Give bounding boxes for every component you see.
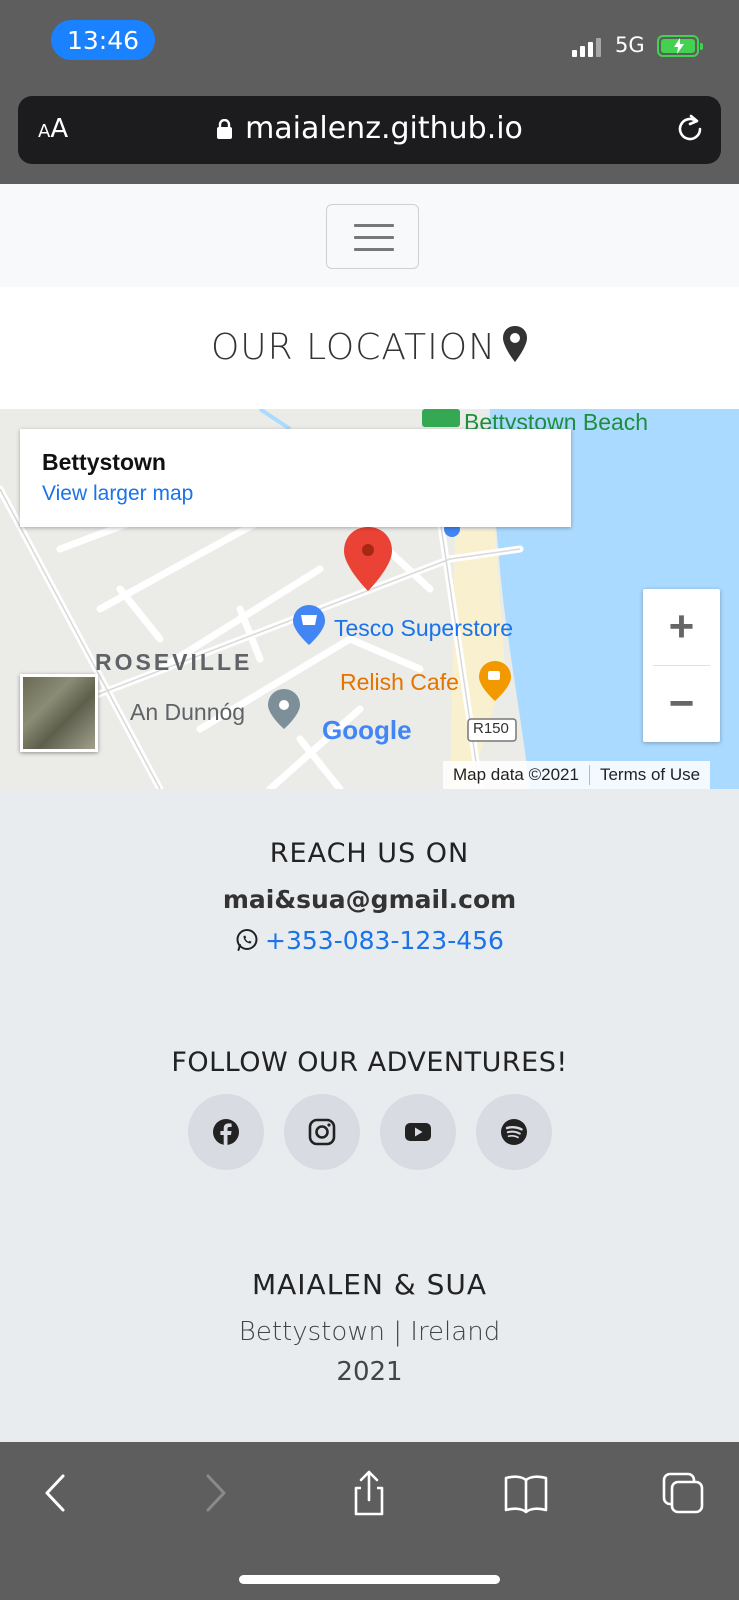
phone-text: +353-083-123-456 [265,926,504,955]
navbar [0,184,739,287]
spotify-icon [500,1119,527,1145]
web-page: OUR LOCATION Bettystown Beach Tesco Supe… [0,184,739,1442]
network-label: 5G [615,33,645,57]
email-text: mai&sua@gmail.com [222,885,517,914]
phone-link[interactable]: +353-083-123-456 [0,926,739,955]
url-field[interactable]: maialenz.github.io [18,111,721,146]
satellite-toggle-button[interactable] [20,674,98,752]
address-bar[interactable]: AA maialenz.github.io [18,96,721,164]
zoom-in-button[interactable]: + [643,589,720,665]
footer: REACH US ON mai&sua@gmail.com +353-083-1… [0,789,739,1442]
google-map[interactable]: Bettystown Beach Tesco Superstore Relish… [0,409,739,789]
reach-title: REACH US ON [269,838,470,869]
status-bar: 13:46 5G [0,0,739,86]
whatsapp-icon [236,929,258,951]
map-data-label: Map data ©2021 [453,765,579,784]
forward-icon[interactable] [192,1470,238,1516]
map-label-tesco: Tesco Superstore [334,615,513,641]
terms-link[interactable]: Terms of Use [590,765,710,785]
menu-toggle-button[interactable] [326,204,419,269]
social-links [0,1094,739,1170]
location-heading: OUR LOCATION [0,287,739,409]
map-marker-icon [503,326,528,362]
instagram-icon [308,1118,335,1146]
view-larger-map-link[interactable]: View larger map [42,482,549,506]
url-text: maialenz.github.io [245,111,523,146]
share-icon[interactable] [346,1470,392,1516]
map-label-roseville: ROSEVILLE [95,649,253,675]
youtube-icon [404,1123,431,1141]
map-label-relish: Relish Cafe [340,669,459,695]
facebook-icon [212,1119,239,1145]
map-label-road: R150 [473,720,509,737]
follow-title: FOLLOW OUR ADVENTURES! [171,1047,568,1078]
map-place-name: Bettystown [42,449,166,475]
youtube-button[interactable] [379,1094,456,1170]
map-info-card: Bettystown View larger map [20,429,571,527]
location-title: OUR LOCATION [210,327,497,368]
reload-icon[interactable] [673,112,707,146]
map-label-dunnog: An Dunnóg [130,699,246,725]
signal-icon [572,38,601,57]
lock-icon [217,119,233,139]
footer-year: 2021 [336,1357,403,1387]
google-logo: Google [322,715,412,745]
brand-name: MAIALEN & SUA [251,1268,488,1301]
battery-icon [657,35,703,57]
map-zoom-control: + − [643,589,720,742]
spotify-button[interactable] [475,1094,552,1170]
instagram-button[interactable] [283,1094,360,1170]
tabs-icon[interactable] [660,1470,706,1516]
status-time: 13:46 [51,20,155,60]
zoom-out-button[interactable]: − [643,666,720,742]
bookmarks-icon[interactable] [503,1470,549,1516]
footer-place: Bettystown | Ireland [238,1317,501,1347]
home-indicator[interactable] [239,1575,500,1584]
map-attribution: Map data ©2021 Terms of Use [443,761,711,789]
facebook-button[interactable] [187,1094,264,1170]
back-icon[interactable] [33,1470,79,1516]
